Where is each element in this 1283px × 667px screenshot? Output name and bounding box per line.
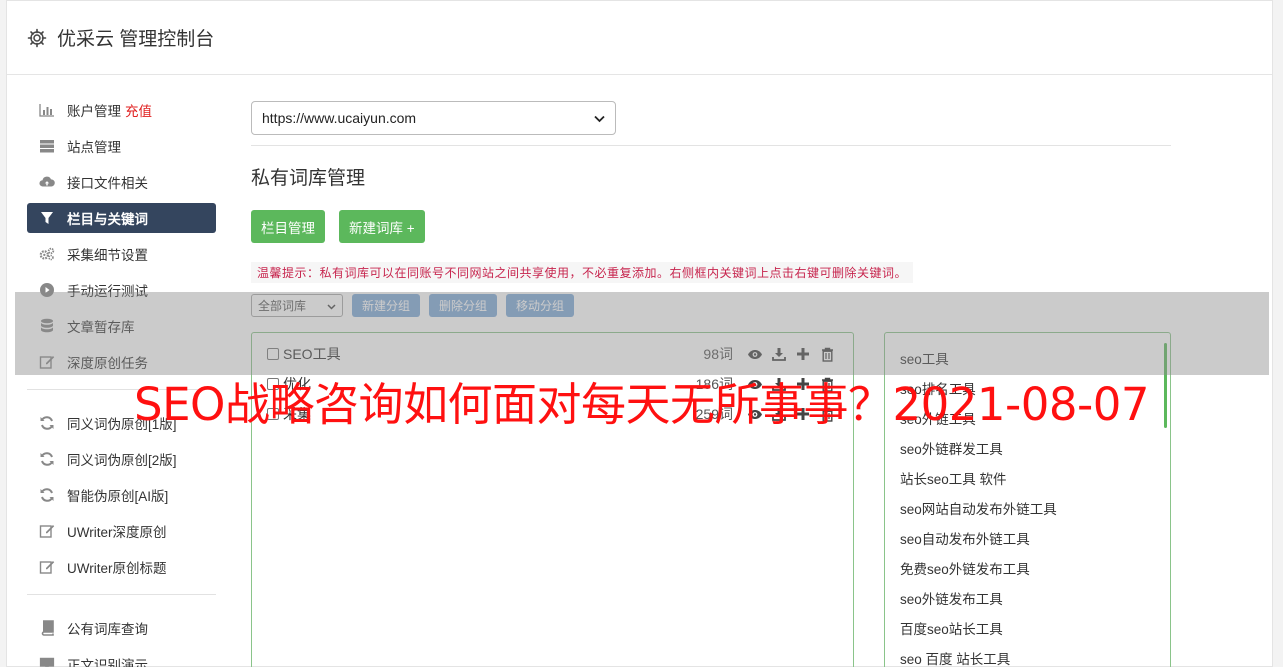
keyword-item[interactable]: seo自动发布外链工具 xyxy=(885,523,1170,553)
refresh-icon xyxy=(39,451,55,467)
sidebar-item-collect-settings[interactable]: 采集细节设置 xyxy=(27,239,216,269)
sidebar-item-label: 公有词库查询 xyxy=(67,622,148,637)
sidebar-item-columns-keywords[interactable]: 栏目与关键词 xyxy=(27,203,216,233)
book-icon xyxy=(39,620,55,636)
recharge-link[interactable]: 充值 xyxy=(125,100,152,120)
action-buttons: 栏目管理 新建词库 + xyxy=(251,210,425,243)
divider xyxy=(251,145,1171,146)
main-content: https://www.ucaiyun.com 私有词库管理 栏目管理 新建词库… xyxy=(251,101,1171,667)
sidebar-item-label: 正文识别演示 xyxy=(67,658,148,667)
column-manage-button[interactable]: 栏目管理 xyxy=(251,210,325,243)
keyword-item[interactable]: seo外链发布工具 xyxy=(885,583,1170,613)
server-icon xyxy=(39,138,55,154)
app-header: 优采云 管理控制台 xyxy=(7,1,1272,75)
sidebar-item-label: 栏目与关键词 xyxy=(67,212,148,227)
keyword-item[interactable]: 百度seo站长工具 xyxy=(885,613,1170,643)
sidebar-item-label: 站点管理 xyxy=(67,140,121,155)
overlay-title: SEO战略咨询如何面对每天无所事事？2021-08-07 xyxy=(134,378,1149,431)
monitor-icon xyxy=(39,656,55,667)
sidebar-item-account[interactable]: 账户管理 充值 xyxy=(27,95,216,125)
sidebar-item-sites[interactable]: 站点管理 xyxy=(27,131,216,161)
keyword-item[interactable]: 免费seo外链发布工具 xyxy=(885,553,1170,583)
new-library-button[interactable]: 新建词库 + xyxy=(339,210,425,243)
bar-chart-icon xyxy=(39,102,55,118)
site-select[interactable]: https://www.ucaiyun.com xyxy=(251,101,616,135)
app-title: 优采云 管理控制台 xyxy=(57,29,215,50)
sidebar-item-label: 接口文件相关 xyxy=(67,176,148,191)
sidebar-item-synonym-v2[interactable]: 同义词伪原创[2版] xyxy=(27,444,216,474)
sidebar-divider xyxy=(27,594,216,595)
page-title: 私有词库管理 xyxy=(251,168,366,189)
sidebar-item-label: 账户管理 xyxy=(67,104,121,119)
keyword-item[interactable]: seo网站自动发布外链工具 xyxy=(885,493,1170,523)
sidebar-item-label: 采集细节设置 xyxy=(67,248,148,263)
sidebar-item-uwriter-deep[interactable]: UWriter深度原创 xyxy=(27,516,216,546)
site-select-value: https://www.ucaiyun.com xyxy=(262,110,417,126)
sidebar-item-public-library[interactable]: 公有词库查询 xyxy=(27,613,216,643)
keyword-item[interactable]: seo 百度 站长工具 xyxy=(885,643,1170,667)
sidebar-item-api-files[interactable]: 接口文件相关 xyxy=(27,167,216,197)
sidebar-item-label: UWriter深度原创 xyxy=(67,525,167,540)
edit-icon xyxy=(39,523,55,539)
keyword-item[interactable]: seo外链群发工具 xyxy=(885,433,1170,463)
filter-icon xyxy=(39,210,55,226)
edit-icon xyxy=(39,559,55,575)
sidebar-item-label: UWriter原创标题 xyxy=(67,561,167,576)
sidebar-item-uwriter-title[interactable]: UWriter原创标题 xyxy=(27,552,216,582)
tip-text: 温馨提示：私有词库可以在同账号不同网站之间共享使用，不必重复添加。右侧框内关键词… xyxy=(251,262,914,283)
sidebar-item-ai-rewrite[interactable]: 智能伪原创[AI版] xyxy=(27,480,216,510)
refresh-icon xyxy=(39,487,55,503)
overlay-band xyxy=(15,292,1269,375)
sidebar-item-label: 同义词伪原创[2版] xyxy=(67,453,177,468)
sidebar-item-body-detect[interactable]: 正文识别演示 xyxy=(27,649,216,667)
gear-icon xyxy=(27,28,47,48)
sidebar-item-label: 智能伪原创[AI版] xyxy=(67,489,169,504)
chevron-down-icon xyxy=(594,110,605,126)
cogs-icon xyxy=(39,246,55,262)
cloud-upload-icon xyxy=(39,174,55,190)
keyword-item[interactable]: 站长seo工具 软件 xyxy=(885,463,1170,493)
